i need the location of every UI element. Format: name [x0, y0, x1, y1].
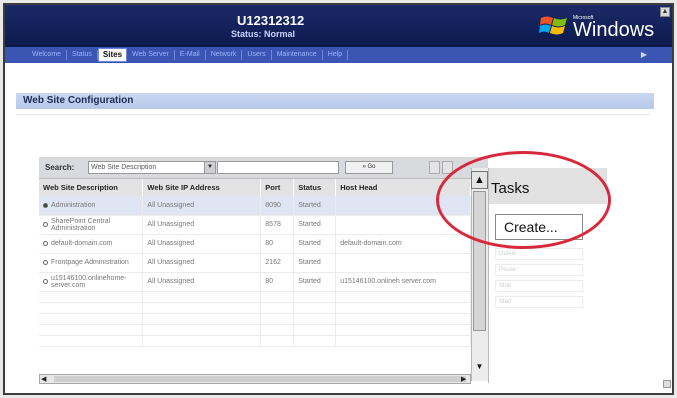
page-title: Web Site Configuration — [23, 95, 134, 106]
site-ip: All Unassigned — [142, 253, 262, 273]
site-host — [335, 215, 471, 235]
table-row[interactable]: SharePoint Central Administration All Un… — [39, 215, 471, 235]
nav-arrow-icon[interactable]: ▶ — [636, 50, 652, 60]
site-port: 2162 — [260, 253, 295, 273]
site-port: 80 — [260, 272, 295, 292]
site-status: Started — [293, 253, 337, 273]
nav-item-email[interactable]: E-Mail — [175, 50, 206, 60]
app-header: U12312312 Status: Normal Microsoft Windo… — [5, 5, 672, 47]
scroll-up-icon[interactable]: ▲ — [660, 7, 670, 17]
site-ip: All Unassigned — [142, 234, 262, 254]
nav-bar: Welcome Status Sites Web Server E-Mail N… — [5, 47, 672, 63]
page-scroll-corner[interactable] — [663, 380, 671, 388]
nav-item-web-server[interactable]: Web Server — [127, 50, 175, 60]
empty-row — [39, 324, 471, 336]
search-field-select[interactable]: Web Site Description ▼ — [88, 161, 216, 174]
table-row[interactable]: Administration All Unassigned 8090 Start… — [39, 196, 471, 216]
divider — [16, 114, 650, 115]
site-status: Started — [293, 215, 337, 235]
nav-item-network[interactable]: Network — [206, 50, 243, 60]
create-button[interactable]: Create... — [495, 214, 583, 240]
nav-item-help[interactable]: Help — [323, 50, 349, 60]
column-header-port[interactable]: Port — [260, 179, 295, 196]
site-ip: All Unassigned — [142, 215, 262, 235]
chevron-down-icon: ▼ — [204, 162, 215, 173]
scrollbar-thumb[interactable] — [473, 191, 486, 331]
pause-button[interactable]: Pause — [495, 264, 583, 276]
empty-row — [39, 291, 471, 303]
scroll-right-icon[interactable]: ▶ — [461, 375, 466, 383]
table-row[interactable]: u15146100.onlinehome-server.com All Unas… — [39, 272, 471, 292]
go-button[interactable]: » Go — [345, 161, 393, 174]
nav-item-maintenance[interactable]: Maintenance — [272, 50, 323, 60]
table-row[interactable]: Frontpage Administration All Unassigned … — [39, 253, 471, 273]
site-host — [335, 253, 471, 273]
site-description: Administration — [51, 201, 96, 209]
windows-logo-icon — [539, 16, 567, 35]
row-radio[interactable] — [43, 259, 48, 265]
site-status: Started — [293, 196, 337, 216]
row-radio[interactable] — [43, 222, 48, 227]
site-description: default-domain.com — [51, 239, 113, 247]
table-horizontal-scrollbar[interactable]: ◀ ▶ — [39, 374, 471, 384]
nav-item-users[interactable]: Users — [242, 50, 272, 60]
site-description: u15146100.onlinehome-server.com — [51, 274, 127, 289]
site-host — [335, 196, 471, 216]
delete-button[interactable]: Delete — [495, 248, 583, 260]
site-port: 8578 — [260, 215, 295, 235]
table-row[interactable]: default-domain.com All Unassigned 80 Sta… — [39, 234, 471, 254]
site-description: Frontpage Administration — [51, 258, 129, 266]
search-bar: Search: Web Site Description ▼ » Go — [39, 157, 488, 179]
site-status: Started — [293, 272, 337, 292]
search-label: Search: — [45, 163, 75, 172]
scrollbar-thumb[interactable] — [54, 376, 466, 382]
nav-item-status[interactable]: Status — [67, 50, 98, 60]
stop-button[interactable]: Stop — [495, 280, 583, 292]
site-status: Started — [293, 234, 337, 254]
page-next-button[interactable] — [442, 161, 453, 174]
browser-frame: U12312312 Status: Normal Microsoft Windo… — [3, 3, 674, 395]
row-radio[interactable] — [43, 279, 48, 284]
nav-item-sites[interactable]: Sites — [97, 48, 128, 62]
column-header-description[interactable]: Web Site Description — [39, 179, 144, 196]
site-description: SharePoint Central Administration — [51, 217, 111, 232]
tasks-panel: Tasks Create... Delete Pause Stop Start — [488, 168, 607, 383]
search-input[interactable] — [217, 161, 339, 174]
row-radio[interactable] — [43, 202, 48, 208]
empty-row — [39, 335, 471, 347]
tasks-header: Tasks — [489, 168, 607, 204]
column-header-ip[interactable]: Web Site IP Address — [142, 179, 262, 196]
site-host: u15146100.onlineh server.com — [335, 272, 471, 292]
scroll-down-icon[interactable]: ▼ — [473, 360, 486, 374]
empty-row — [39, 313, 471, 325]
server-status: Status: Normal — [231, 29, 296, 39]
nav-item-welcome[interactable]: Welcome — [27, 50, 68, 60]
windows-label: Windows — [573, 19, 655, 41]
site-host: default-domain.com — [335, 234, 471, 254]
row-radio[interactable] — [43, 240, 48, 246]
column-header-host[interactable]: Host Head — [335, 179, 471, 196]
column-header-status[interactable]: Status — [293, 179, 337, 196]
sites-table: Web Site Description Web Site IP Address… — [39, 179, 471, 374]
site-ip: All Unassigned — [142, 272, 262, 292]
empty-row — [39, 302, 471, 314]
site-ip: All Unassigned — [142, 196, 262, 216]
server-name: U12312312 — [237, 13, 305, 28]
search-field-value: Web Site Description — [91, 164, 157, 171]
start-button[interactable]: Start — [495, 296, 583, 308]
site-port: 8090 — [260, 196, 295, 216]
site-port: 80 — [260, 234, 295, 254]
scroll-up-icon[interactable]: ▲ — [471, 171, 488, 189]
scroll-left-icon[interactable]: ◀ — [41, 375, 46, 383]
section-header: Web Site Configuration — [16, 93, 654, 109]
tasks-title: Tasks — [491, 180, 530, 197]
page-prev-button[interactable] — [429, 161, 440, 174]
